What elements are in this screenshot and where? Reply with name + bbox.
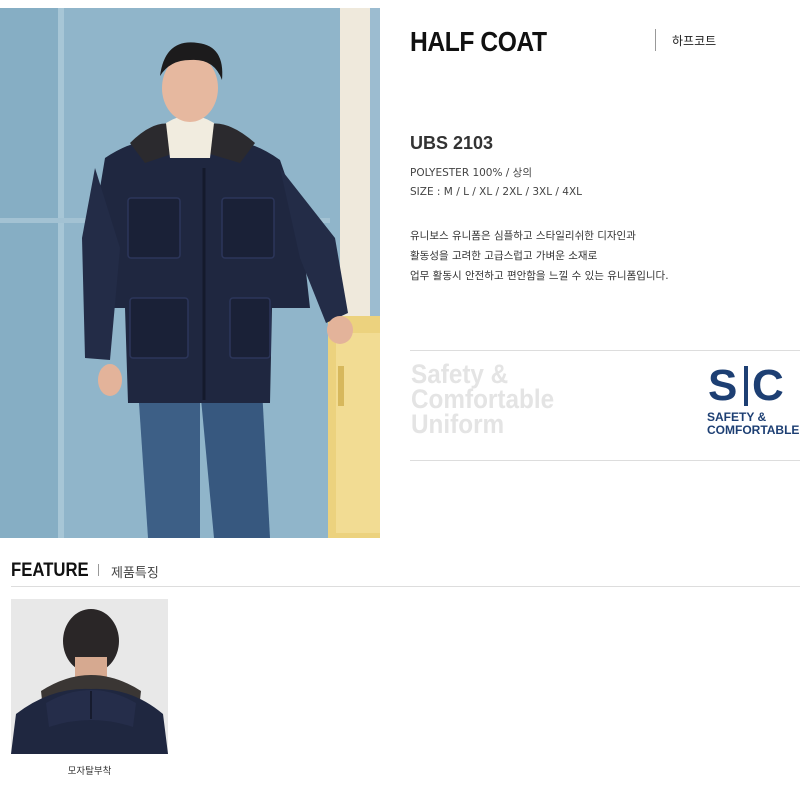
feature-title: FEATURE bbox=[11, 560, 89, 581]
product-description: 유니보스 유니폼은 심플하고 스타일리쉬한 디자인과 활동성을 고려한 고급스럽… bbox=[410, 226, 800, 286]
logo-separator bbox=[744, 366, 748, 406]
feature-caption: 모자탈부착 bbox=[67, 766, 112, 777]
divider-bottom bbox=[410, 460, 800, 461]
feature-header: FEATURE 제품특징 bbox=[11, 560, 800, 586]
description-line: 업무 활동시 안전하고 편안함을 느낄 수 있는 유니폼입니다. bbox=[410, 270, 669, 282]
divider-top bbox=[410, 350, 800, 351]
model-number: UBS 2103 bbox=[410, 133, 494, 153]
slogan-line: Uniform bbox=[411, 409, 505, 439]
feature-divider bbox=[98, 564, 99, 576]
feature-underline bbox=[11, 586, 800, 587]
size-list: SIZE : M / L / XL / 2XL / 3XL / 4XL bbox=[410, 186, 582, 198]
title-divider bbox=[655, 29, 656, 51]
title-row: HALF COAT 하프코트 bbox=[410, 26, 800, 57]
feature-image-detachable-hood bbox=[11, 599, 168, 754]
material-text: POLYESTER 100% / 상의 bbox=[410, 167, 532, 179]
description-line: 활동성을 고려한 고급스럽고 가벼운 소재로 bbox=[410, 250, 598, 262]
logo-subtext-line: COMFORTABLE bbox=[707, 423, 800, 437]
logo-letter-s: S bbox=[708, 361, 737, 410]
product-hero-image bbox=[0, 8, 380, 538]
product-title-korean: 하프코트 bbox=[672, 34, 717, 48]
brand-slogan: Safety & Comfortable Uniform bbox=[411, 361, 554, 439]
hood-back-view-illustration bbox=[11, 599, 168, 754]
product-title: HALF COAT bbox=[410, 26, 547, 57]
logo-letter-c: C bbox=[752, 361, 784, 410]
logo-subtext: SAFETY & COMFORTABLE bbox=[707, 411, 799, 437]
feature-title-korean: 제품특징 bbox=[111, 566, 159, 581]
description-line: 유니보스 유니폼은 심플하고 스타일리쉬한 디자인과 bbox=[410, 230, 636, 242]
sc-brand-logo: S C SAFETY & COMFORTABLE bbox=[706, 361, 799, 440]
model-wearing-coat-illustration bbox=[0, 8, 380, 538]
